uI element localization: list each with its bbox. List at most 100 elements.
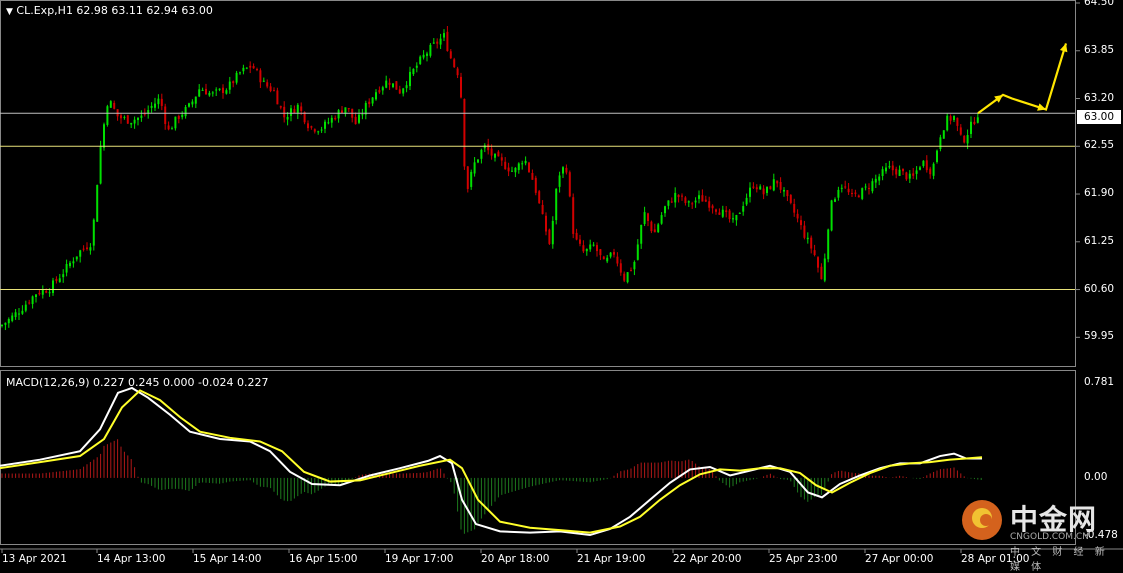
candle-body <box>194 96 197 104</box>
candle-body <box>300 106 303 111</box>
candle-body <box>368 101 371 105</box>
macd-series-line <box>0 389 983 534</box>
candle-body <box>562 167 564 174</box>
candle-body <box>191 101 194 105</box>
candle-body <box>749 187 751 197</box>
candle-body <box>715 209 717 212</box>
candle-body <box>874 178 877 183</box>
candle-body <box>92 219 95 246</box>
candle-body <box>24 304 27 311</box>
price-tick-label: 62.55 <box>1084 139 1115 152</box>
candle-body <box>919 167 921 170</box>
candle-body <box>463 98 466 167</box>
candle-body <box>283 106 286 118</box>
candle-body <box>276 90 279 105</box>
candle-body <box>62 274 65 278</box>
candle-body <box>205 88 207 95</box>
collapse-triangle-icon[interactable]: ▼ <box>6 7 13 17</box>
candle-body <box>647 213 649 222</box>
candle-body <box>245 67 248 69</box>
candle-body <box>966 135 969 144</box>
candle-body <box>976 117 979 123</box>
candle-body <box>572 197 575 234</box>
candle-body <box>69 262 71 267</box>
candle-body <box>670 201 673 203</box>
candle-body <box>55 278 58 281</box>
time-tick-label: 13 Apr 2021 <box>2 553 67 565</box>
candle-body <box>851 192 853 194</box>
time-tick-label: 16 Apr 15:00 <box>289 553 358 565</box>
candle-body <box>674 192 677 203</box>
candle-body <box>150 105 153 108</box>
candle-body <box>171 128 173 130</box>
candle-body <box>140 115 143 118</box>
candle-body <box>269 86 272 91</box>
candle-body <box>636 244 639 260</box>
candle-body <box>480 149 483 159</box>
candle-body <box>21 310 24 314</box>
candle-body <box>769 186 772 190</box>
candle-body <box>772 179 775 191</box>
candle-body <box>266 82 269 87</box>
candle-body <box>470 171 473 187</box>
candle-body <box>823 258 826 281</box>
candle-body <box>728 210 731 220</box>
candle-body <box>388 82 391 85</box>
candle-body <box>602 256 605 260</box>
macd-pane-border <box>0 370 1076 545</box>
candle-body <box>800 220 802 226</box>
candle-body <box>803 225 806 238</box>
candle-body <box>568 172 571 197</box>
candle-body <box>830 200 833 231</box>
candle-body <box>579 239 581 244</box>
candle-body <box>844 186 847 188</box>
candle-body <box>582 245 585 252</box>
candle-body <box>429 44 432 56</box>
candle-body <box>721 209 724 217</box>
time-tick-label: 22 Apr 20:00 <box>673 553 742 565</box>
candle-body <box>650 221 653 232</box>
candle-body <box>871 181 874 192</box>
candle-body <box>555 188 558 221</box>
candle-body <box>596 245 598 252</box>
candle-body <box>358 114 360 123</box>
candle-body <box>946 115 949 131</box>
candle-body <box>776 180 779 184</box>
candle-body <box>341 110 343 114</box>
candle-body <box>99 145 102 184</box>
time-tick-label: 20 Apr 18:00 <box>481 553 550 565</box>
candle-body <box>925 160 928 171</box>
macd-indicator-label: MACD(12,26,9) 0.227 0.245 0.000 -0.024 0… <box>6 376 269 389</box>
candle-body <box>86 247 88 250</box>
macd-histogram <box>1 439 982 534</box>
candle-body <box>922 160 925 166</box>
candle-body <box>528 162 530 172</box>
candle-body <box>806 237 809 240</box>
candle-body <box>755 187 758 190</box>
candle-body <box>507 167 510 172</box>
candle-body <box>735 215 738 221</box>
candle-body <box>198 89 201 97</box>
candle-body <box>657 224 660 233</box>
candle-body <box>738 212 741 214</box>
candle-body <box>249 65 252 68</box>
candle-body <box>48 292 51 294</box>
candle-body <box>742 206 745 212</box>
candle-body <box>181 114 184 118</box>
cngold-logo-icon <box>960 498 1004 546</box>
candle-body <box>307 123 309 129</box>
candle-body <box>252 66 255 69</box>
candle-body <box>936 150 938 162</box>
candle-body <box>18 313 20 315</box>
candle-body <box>296 104 299 114</box>
candle-body <box>473 162 476 174</box>
candle-body <box>381 87 384 91</box>
watermark-url: CNGOLD.COM.CN <box>1010 532 1089 542</box>
candle-body <box>613 252 615 255</box>
candle-body <box>35 294 37 298</box>
candle-body <box>120 115 122 119</box>
candle-body <box>551 220 554 245</box>
candle-body <box>745 197 748 205</box>
candle-body <box>630 270 632 272</box>
candle-body <box>864 186 867 188</box>
